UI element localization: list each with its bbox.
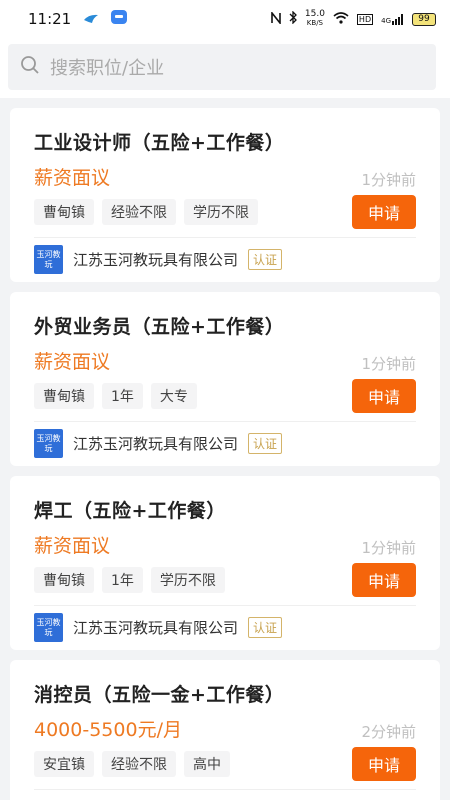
company-row[interactable]: 玉河教玩 江苏玉河教玩具有限公司 认证 <box>34 245 283 274</box>
job-title: 焊工（五险+工作餐） <box>34 500 226 522</box>
job-card[interactable]: 消控员（五险一金+工作餐） 4000-5500元/月 2分钟前 安宜镇 经验不限… <box>10 660 440 800</box>
search-bar-container: 搜索职位/企业 <box>0 38 450 98</box>
wifi-icon <box>333 11 349 27</box>
job-post-time: 1分钟前 <box>361 539 416 557</box>
job-tags: 安宜镇 经验不限 高中 <box>34 751 230 777</box>
job-tag: 安宜镇 <box>34 751 94 777</box>
job-tags: 曹甸镇 经验不限 学历不限 <box>34 199 258 225</box>
job-tag: 1年 <box>102 383 143 409</box>
apply-button[interactable]: 申请 <box>352 379 416 413</box>
job-post-time: 1分钟前 <box>361 171 416 189</box>
verified-badge: 认证 <box>248 249 283 270</box>
job-salary: 薪资面议 <box>34 351 111 373</box>
job-tags: 曹甸镇 1年 学历不限 <box>34 567 225 593</box>
job-salary: 薪资面议 <box>34 167 111 189</box>
job-card[interactable]: 工业设计师（五险+工作餐） 薪资面议 1分钟前 曹甸镇 经验不限 学历不限 申请… <box>10 108 440 282</box>
divider <box>34 605 416 606</box>
bluetooth-icon <box>289 10 297 27</box>
signal-icon: 4G <box>381 13 404 25</box>
divider <box>34 421 416 422</box>
verified-badge: 认证 <box>248 433 283 454</box>
verified-badge: 认证 <box>248 617 283 638</box>
search-input[interactable]: 搜索职位/企业 <box>8 44 436 90</box>
job-tag: 经验不限 <box>102 751 176 777</box>
job-card[interactable]: 外贸业务员（五险+工作餐） 薪资面议 1分钟前 曹甸镇 1年 大专 申请 玉河教… <box>10 292 440 466</box>
job-tag: 学历不限 <box>184 199 258 225</box>
company-row[interactable]: 玉河教玩 江苏玉河教玩具有限公司 认证 <box>34 429 283 458</box>
job-tag: 曹甸镇 <box>34 567 94 593</box>
apply-button[interactable]: 申请 <box>352 195 416 229</box>
job-tag: 曹甸镇 <box>34 383 94 409</box>
job-tag: 高中 <box>184 751 230 777</box>
search-icon <box>20 55 40 79</box>
job-title: 外贸业务员（五险+工作餐） <box>34 316 285 338</box>
search-placeholder: 搜索职位/企业 <box>50 58 165 79</box>
job-tag: 经验不限 <box>102 199 176 225</box>
company-name: 江苏玉河教玩具有限公司 <box>73 619 239 637</box>
company-logo: 玉河教玩 <box>34 245 63 274</box>
job-tag: 1年 <box>102 567 143 593</box>
company-logo: 玉河教玩 <box>34 429 63 458</box>
net-speed: 15.0 KB/S <box>304 9 325 28</box>
apply-button[interactable]: 申请 <box>352 747 416 781</box>
chat-app-icon <box>111 10 128 28</box>
divider <box>34 237 416 238</box>
job-title: 工业设计师（五险+工作餐） <box>34 132 285 154</box>
company-logo: 玉河教玩 <box>34 613 63 642</box>
apply-button[interactable]: 申请 <box>352 563 416 597</box>
bird-app-icon <box>83 10 99 28</box>
job-salary: 4000-5500元/月 <box>34 719 182 741</box>
job-tag: 曹甸镇 <box>34 199 94 225</box>
divider <box>34 789 416 790</box>
job-tag: 大专 <box>150 383 197 409</box>
job-tags: 曹甸镇 1年 大专 <box>34 383 197 409</box>
company-name: 江苏玉河教玩具有限公司 <box>73 435 239 453</box>
company-name: 江苏玉河教玩具有限公司 <box>73 251 239 269</box>
hd-icon: HD <box>356 13 374 25</box>
job-title: 消控员（五险一金+工作餐） <box>34 684 285 706</box>
job-list: 工业设计师（五险+工作餐） 薪资面议 1分钟前 曹甸镇 经验不限 学历不限 申请… <box>0 108 450 800</box>
job-post-time: 1分钟前 <box>361 355 416 373</box>
company-row[interactable]: 玉河教玩 江苏玉河教玩具有限公司 认证 <box>34 613 283 642</box>
status-bar: 11:21 15.0 KB/S HD 4G 99 <box>0 0 450 38</box>
status-time: 11:21 <box>28 10 72 28</box>
job-post-time: 2分钟前 <box>361 723 416 741</box>
battery-icon: 99 <box>412 12 436 26</box>
nfc-icon <box>271 10 281 27</box>
job-salary: 薪资面议 <box>34 535 111 557</box>
job-tag: 学历不限 <box>150 567 225 593</box>
job-card[interactable]: 焊工（五险+工作餐） 薪资面议 1分钟前 曹甸镇 1年 学历不限 申请 玉河教玩… <box>10 476 440 650</box>
